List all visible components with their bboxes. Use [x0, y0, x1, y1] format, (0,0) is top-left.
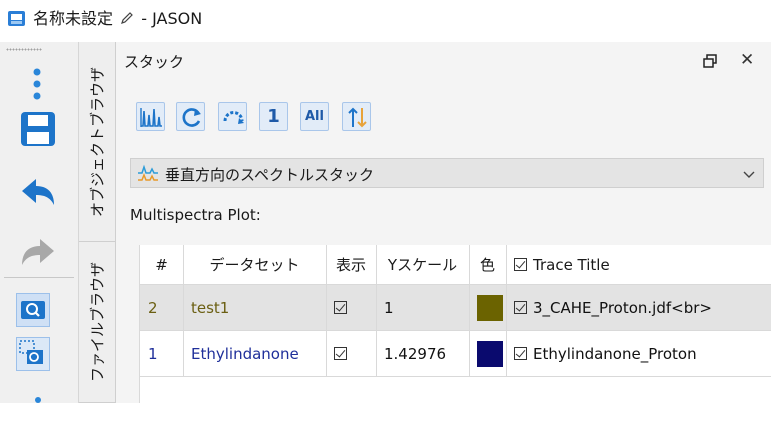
stack-panel: スタック ✕ 1 All 垂直方向のスペクトルスタック Multispectra… — [116, 42, 771, 403]
table-header: # データセット 表示 Yスケール 色 Trace Title — [140, 245, 771, 285]
app-icon — [8, 11, 25, 26]
column-divider — [183, 245, 184, 377]
panel-header: スタック ✕ — [116, 42, 771, 80]
all-button[interactable]: All — [300, 102, 329, 131]
row-trace-cell: 3_CAHE_Proton.jdf<br> — [514, 285, 771, 330]
pencil-icon — [121, 12, 133, 24]
stack-spectra-button[interactable] — [136, 102, 165, 131]
sort-updown-icon — [348, 107, 367, 128]
row-yscale[interactable]: 1 — [384, 285, 469, 330]
row-dataset: test1 — [191, 298, 230, 317]
color-swatch[interactable] — [477, 294, 503, 321]
zoom-region-icon — [19, 340, 43, 364]
overlay-button[interactable] — [218, 102, 247, 131]
save-icon[interactable] — [19, 110, 59, 150]
multispectra-table: # データセット 表示 Yスケール 色 Trace Title 2 test1 … — [139, 245, 771, 403]
toolbar-grip[interactable] — [6, 48, 42, 51]
row-show-cell — [334, 331, 376, 376]
row-show-cell — [334, 285, 376, 330]
header-trace-title-label: Trace Title — [533, 255, 610, 274]
trace-checkbox[interactable] — [514, 347, 527, 360]
overlay-arc-icon — [223, 111, 244, 124]
undo-icon[interactable] — [18, 173, 58, 213]
chevron-down-icon — [743, 171, 755, 178]
header-yscale[interactable]: Yスケール — [376, 245, 469, 284]
overflow-icon[interactable] — [18, 386, 58, 426]
color-swatch[interactable] — [477, 340, 503, 367]
multispectra-plot-label: Multispectra Plot: — [130, 206, 261, 224]
row-trace-title[interactable]: 3_CAHE_Proton.jdf<br> — [533, 299, 712, 317]
column-divider — [326, 245, 327, 377]
row-trace-title[interactable]: Ethylindanone_Proton — [533, 345, 697, 363]
single-button[interactable]: 1 — [259, 102, 288, 131]
zoom-button[interactable] — [16, 293, 50, 327]
row-trace-cell: Ethylindanone_Proton — [514, 331, 771, 376]
main-toolbar — [0, 42, 79, 403]
all-button-label: All — [305, 109, 324, 124]
row-dataset: Ethylindanone — [191, 344, 299, 363]
column-divider — [376, 245, 377, 377]
side-tab-strip: オブジェクトブラウザ ファイルブラウザ — [79, 42, 116, 403]
header-trace-checkbox[interactable] — [514, 258, 527, 271]
tab-object-browser[interactable]: オブジェクトブラウザ — [79, 42, 115, 242]
header-show[interactable]: 表示 — [326, 245, 376, 284]
document-name: 名称未設定 — [33, 9, 114, 28]
row-color-cell — [477, 285, 506, 330]
toolbar-separator — [4, 277, 74, 278]
tab-file-browser[interactable]: ファイルブラウザ — [79, 242, 115, 403]
vertical-stack-icon — [138, 164, 158, 181]
header-trace-title[interactable]: Trace Title — [506, 245, 771, 284]
tab-file-browser-label: ファイルブラウザ — [88, 261, 107, 383]
refresh-button[interactable] — [176, 102, 205, 131]
trace-checkbox[interactable] — [514, 301, 527, 314]
row-index: 2 — [148, 298, 158, 317]
stack-mode-value: 垂直方向のスペクトルスタック — [165, 166, 374, 184]
single-button-label: 1 — [267, 106, 280, 127]
redo-icon[interactable] — [18, 233, 58, 273]
tab-object-browser-label: オブジェクトブラウザ — [88, 66, 107, 217]
zoom-region-button[interactable] — [16, 337, 50, 371]
column-divider — [469, 245, 470, 377]
close-icon[interactable]: ✕ — [740, 50, 754, 70]
table-row[interactable]: 2 test1 1 3_CAHE_Proton.jdf<br> — [140, 285, 771, 331]
title-bar: 名称未設定 - JASON — [0, 0, 771, 42]
table-row[interactable]: 1 Ethylindanone 1.42976 Ethylindanone_Pr… — [140, 331, 771, 377]
app-name: - JASON — [141, 9, 203, 28]
row-index: 1 — [148, 344, 158, 363]
row-color-cell — [477, 331, 506, 376]
stack-mode-select[interactable]: 垂直方向のスペクトルスタック — [130, 158, 764, 188]
spectra-stack-icon — [140, 108, 162, 127]
zoom-icon — [21, 301, 45, 319]
window-title: 名称未設定 - JASON — [33, 8, 202, 30]
row-yscale[interactable]: 1.42976 — [384, 331, 469, 376]
header-index[interactable]: # — [140, 245, 183, 284]
more-vertical-icon[interactable] — [17, 64, 57, 104]
sort-button[interactable] — [342, 102, 371, 131]
refresh-icon — [182, 108, 201, 127]
show-checkbox[interactable] — [334, 301, 347, 314]
header-dataset[interactable]: データセット — [183, 245, 326, 284]
float-window-icon[interactable] — [702, 53, 718, 69]
column-divider — [506, 245, 507, 377]
panel-title: スタック — [124, 53, 185, 71]
header-color[interactable]: 色 — [469, 245, 506, 284]
show-checkbox[interactable] — [334, 347, 347, 360]
